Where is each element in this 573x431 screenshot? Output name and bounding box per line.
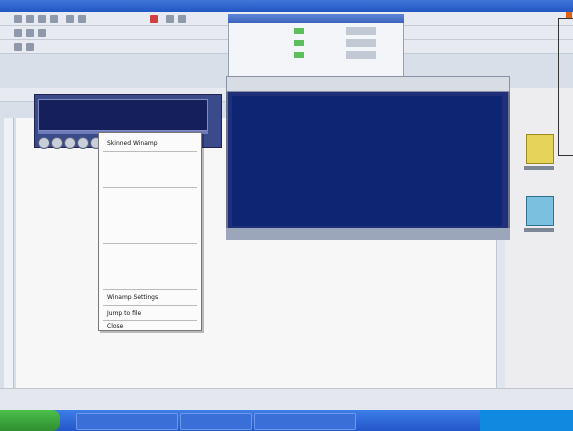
search-icon[interactable] — [526, 196, 554, 226]
print-icon[interactable] — [50, 15, 58, 23]
winamp-display — [38, 99, 208, 131]
menu-item[interactable] — [101, 201, 205, 211]
menu-separator — [103, 320, 197, 321]
status-swatch — [294, 40, 304, 46]
menu-item[interactable] — [101, 155, 205, 165]
menu-item[interactable]: Winamp Settings — [101, 293, 205, 303]
status-swatch — [294, 52, 304, 58]
background-app-titlebar — [0, 0, 573, 12]
popup-titlebar — [228, 14, 404, 23]
pause-icon[interactable] — [64, 137, 76, 149]
playlist-menubar — [226, 76, 510, 92]
popup-value — [346, 27, 376, 35]
zoom-icon[interactable] — [166, 15, 174, 23]
open-icon[interactable] — [26, 15, 34, 23]
menu-item[interactable] — [101, 175, 205, 185]
taskbar-button[interactable] — [254, 413, 356, 430]
undo-icon[interactable] — [66, 15, 74, 23]
save-icon[interactable] — [38, 15, 46, 23]
vertical-ruler — [4, 118, 14, 403]
menu-item[interactable] — [101, 165, 205, 175]
menu-separator — [103, 187, 197, 188]
menu-separator — [103, 151, 197, 152]
align-icon[interactable] — [26, 43, 34, 51]
annotation-bracket — [558, 18, 573, 156]
stop-icon[interactable] — [77, 137, 89, 149]
popup-row[interactable] — [234, 38, 398, 48]
format-icon[interactable] — [14, 29, 22, 37]
menu-item[interactable] — [101, 231, 205, 241]
previous-icon[interactable] — [38, 137, 50, 149]
taskbar-button[interactable] — [180, 413, 252, 430]
playlist-body[interactable] — [232, 96, 502, 226]
menu-item[interactable] — [101, 191, 205, 201]
menu-item[interactable] — [101, 221, 205, 231]
menu-item[interactable] — [101, 267, 205, 277]
menu-item[interactable]: Close — [101, 322, 205, 332]
format-icon[interactable] — [38, 29, 46, 37]
menu-item[interactable] — [101, 277, 205, 287]
taskbar-button[interactable] — [76, 413, 178, 430]
popup-row[interactable] — [234, 26, 398, 36]
popup-value — [346, 51, 376, 59]
play-icon[interactable] — [51, 137, 63, 149]
menu-item[interactable]: Jump to file — [101, 309, 205, 319]
file-caption — [524, 228, 554, 232]
playlist-bottom-bar — [226, 228, 510, 240]
context-menu: Skinned Winamp Winamp Settings Jump to f… — [98, 132, 202, 331]
status-bar — [0, 388, 573, 410]
start-button[interactable] — [0, 410, 60, 431]
format-icon[interactable] — [26, 29, 34, 37]
popup-row[interactable] — [234, 50, 398, 60]
redo-icon[interactable] — [78, 15, 86, 23]
menu-item[interactable] — [101, 257, 205, 267]
system-tray — [480, 410, 573, 431]
menu-separator — [103, 289, 197, 290]
menu-separator — [103, 305, 197, 306]
new-icon[interactable] — [14, 15, 22, 23]
status-swatch — [294, 28, 304, 34]
menu-item[interactable]: Skinned Winamp — [101, 139, 205, 149]
file-caption — [524, 166, 554, 170]
tool-icon[interactable] — [178, 15, 186, 23]
menu-separator — [103, 243, 197, 244]
document-file-icon[interactable] — [526, 134, 554, 164]
menu-item[interactable] — [101, 211, 205, 221]
popup-value — [346, 39, 376, 47]
red-tool-icon[interactable] — [150, 15, 158, 23]
menu-item[interactable] — [101, 247, 205, 257]
align-icon[interactable] — [14, 43, 22, 51]
